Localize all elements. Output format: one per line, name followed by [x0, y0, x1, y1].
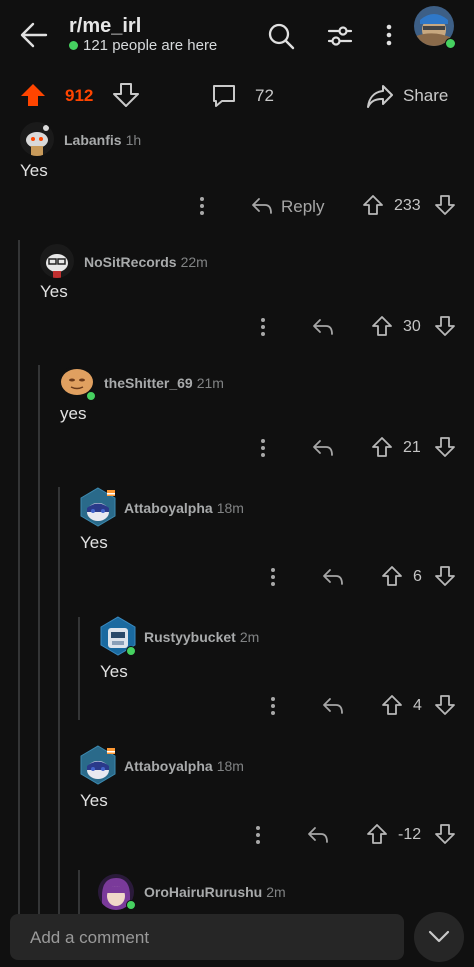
thread-line[interactable]: [18, 240, 20, 920]
comment-text: Yes: [80, 533, 108, 552]
comment-score: 21: [403, 439, 421, 456]
chevron-down-icon: [428, 930, 450, 944]
comment-score: -12: [398, 826, 422, 843]
comment-input-placeholder: Add a comment: [30, 928, 150, 947]
presence-text: 121 people are here: [83, 37, 218, 54]
filter-icon[interactable]: [327, 23, 353, 49]
downvote-icon[interactable]: [434, 565, 456, 587]
comment-age: 1h: [125, 132, 142, 148]
online-dot: [69, 41, 78, 50]
username[interactable]: Attaboyalpha: [124, 758, 213, 774]
reply-icon[interactable]: [251, 196, 273, 216]
comment-author[interactable]: Labanfis 1h: [64, 132, 141, 148]
more-vertical-icon[interactable]: [198, 196, 206, 216]
comment-author[interactable]: Attaboyalpha 18m: [124, 758, 244, 774]
comment-age: 18m: [216, 500, 244, 516]
comment-avatar[interactable]: [20, 122, 54, 156]
downvote-icon[interactable]: [434, 436, 456, 458]
comment-text: Yes: [20, 161, 48, 180]
username[interactable]: Rustyybucket: [144, 629, 236, 645]
reply-icon[interactable]: [312, 438, 334, 458]
comment-count: 72: [255, 86, 274, 105]
reply-button[interactable]: Reply: [281, 197, 324, 217]
comment-text: yes: [60, 404, 87, 423]
downvote-icon[interactable]: [434, 694, 456, 716]
upvote-icon[interactable]: [371, 315, 393, 337]
comment-score: 6: [413, 568, 422, 585]
presence-indicator: 121 people are here: [69, 37, 217, 54]
comment-age: 21m: [196, 375, 224, 391]
thread-line[interactable]: [78, 617, 80, 720]
comment-author[interactable]: Rustyybucket 2m: [144, 629, 259, 645]
downvote-icon[interactable]: [434, 823, 456, 845]
comment-text: Yes: [40, 282, 68, 301]
upvote-icon[interactable]: [366, 823, 388, 845]
comment-avatar[interactable]: [78, 745, 118, 785]
online-status-dot: [126, 646, 136, 656]
upvote-icon[interactable]: [381, 694, 403, 716]
comment-avatar[interactable]: [40, 244, 74, 278]
comment-avatar[interactable]: [78, 487, 118, 527]
share-icon[interactable]: [366, 83, 394, 109]
thread-line[interactable]: [78, 870, 80, 920]
comment-age: 2m: [239, 629, 260, 645]
more-vertical-icon[interactable]: [269, 696, 277, 716]
more-vertical-icon[interactable]: [259, 438, 267, 458]
share-button[interactable]: Share: [403, 86, 448, 106]
username[interactable]: Attaboyalpha: [124, 500, 213, 516]
thread-line[interactable]: [58, 487, 60, 920]
app-header: r/me_irl 121 people are here: [0, 0, 474, 70]
upvote-icon[interactable]: [371, 436, 393, 458]
reply-icon[interactable]: [307, 825, 329, 845]
more-vertical-icon[interactable]: [269, 567, 277, 587]
comment-score: 30: [403, 318, 421, 335]
downvote-icon[interactable]: [113, 82, 139, 108]
comment-text: Yes: [100, 662, 128, 681]
username[interactable]: NoSitRecords: [84, 254, 177, 270]
comment-age: 2m: [266, 884, 286, 900]
comment-score: 4: [413, 697, 422, 714]
more-vertical-icon[interactable]: [385, 24, 393, 46]
reply-icon[interactable]: [322, 567, 344, 587]
comment-author[interactable]: NoSitRecords 22m: [84, 254, 208, 270]
search-icon[interactable]: [267, 22, 295, 50]
comment-age: 22m: [180, 254, 208, 270]
username[interactable]: OroHairuRurushu: [144, 884, 262, 900]
more-vertical-icon[interactable]: [259, 317, 267, 337]
reply-icon[interactable]: [312, 317, 334, 337]
more-vertical-icon[interactable]: [254, 825, 262, 845]
online-status-dot: [126, 900, 136, 910]
subreddit-title[interactable]: r/me_irl: [69, 15, 141, 38]
username[interactable]: theShitter_69: [104, 375, 193, 391]
online-status-dot: [86, 391, 96, 401]
upvote-icon[interactable]: [20, 82, 46, 108]
thread-line[interactable]: [38, 365, 40, 920]
post-score: 912: [65, 86, 94, 105]
downvote-icon[interactable]: [434, 194, 456, 216]
upvote-icon[interactable]: [362, 194, 384, 216]
comment-author[interactable]: OroHairuRurushu 2m: [144, 884, 286, 900]
comment-text: Yes: [80, 791, 108, 810]
collapse-button[interactable]: [414, 912, 464, 962]
comment-author[interactable]: theShitter_69 21m: [104, 375, 224, 391]
downvote-icon[interactable]: [434, 315, 456, 337]
back-arrow-icon[interactable]: [20, 22, 48, 48]
comment-icon[interactable]: [211, 83, 237, 109]
upvote-icon[interactable]: [381, 565, 403, 587]
comment-age: 18m: [216, 758, 244, 774]
comment-author[interactable]: Attaboyalpha 18m: [124, 500, 244, 516]
comment-input[interactable]: Add a comment: [10, 914, 404, 960]
comment-score: 233: [394, 197, 421, 214]
reply-icon[interactable]: [322, 696, 344, 716]
online-status-dot: [445, 38, 456, 49]
username[interactable]: Labanfis: [64, 132, 122, 148]
